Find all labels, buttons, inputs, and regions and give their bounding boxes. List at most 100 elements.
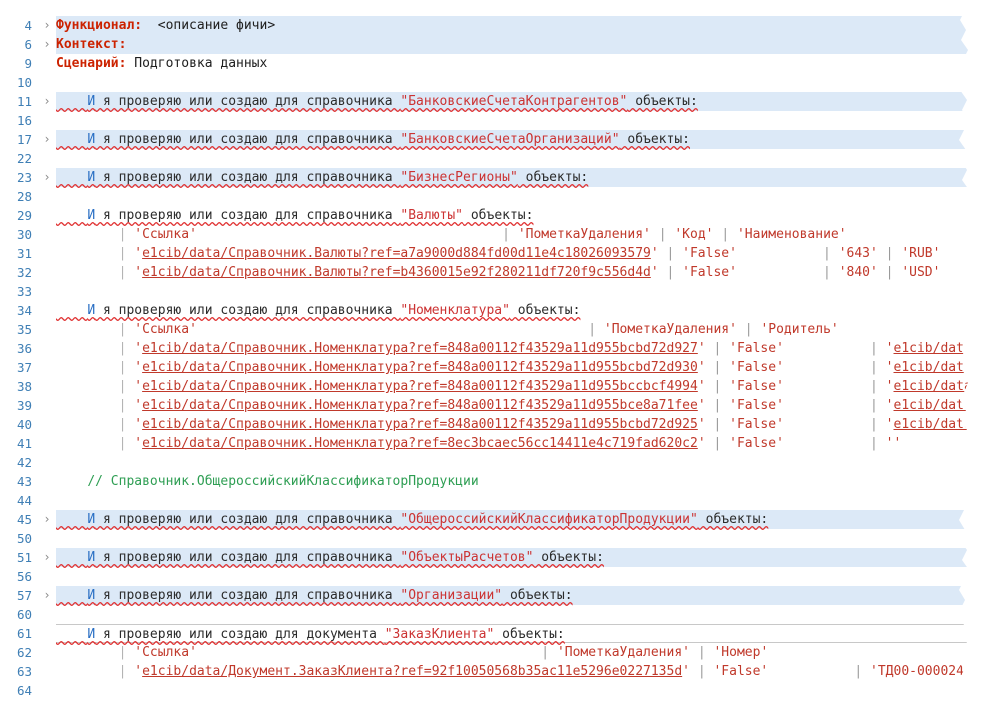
code-text[interactable]: | 'Ссылка' | 'ПометкаУдаления' | 'Родите…	[56, 320, 982, 339]
code-text[interactable]: | 'e1cib/data/Справочник.Валюты?ref=b436…	[56, 263, 982, 282]
code-line[interactable]: 56	[0, 567, 982, 586]
code-line[interactable]: 6 › Контекст:	[0, 35, 982, 54]
code-line[interactable]: 40 | 'e1cib/data/Справочник.Номенклатура…	[0, 415, 982, 434]
code-line[interactable]: 22	[0, 149, 982, 168]
code-line[interactable]: 16	[0, 111, 982, 130]
code-text[interactable]: И я проверяю или создаю для справочника …	[56, 301, 982, 320]
code-link[interactable]: e1cib/data	[894, 417, 972, 432]
code-link[interactable]: e1cib/data	[894, 379, 972, 394]
line-number: 28	[0, 187, 38, 206]
code-text[interactable]: | 'Ссылка' | 'ПометкаУдаления' | 'Номер'	[56, 643, 982, 662]
fold-expand-icon[interactable]: ›	[38, 510, 56, 529]
code-link[interactable]: e1cib/data/Справочник.Номенклатура?ref=8…	[142, 341, 698, 356]
code-line[interactable]: 45 › И я проверяю или создаю для справочн…	[0, 510, 982, 529]
code-link[interactable]: e1cib/data	[894, 398, 972, 413]
code-line[interactable]: 9 Сценарий: Подготовка данных	[0, 54, 982, 73]
code-text[interactable]	[56, 491, 982, 510]
code-link[interactable]: e1cib/data/Справочник.Валюты?ref=b436001…	[142, 265, 651, 280]
code-line[interactable]: 35 | 'Ссылка' | 'ПометкаУдаления' | 'Род…	[0, 320, 982, 339]
code-text[interactable]	[56, 149, 982, 168]
code-text[interactable]: И я проверяю или создаю для документа "З…	[56, 624, 982, 643]
code-line[interactable]: 62 | 'Ссылка' | 'ПометкаУдаления' | 'Ном…	[0, 643, 982, 662]
code-text[interactable]	[56, 453, 982, 472]
code-line[interactable]: 11 › И я проверяю или создаю для справочн…	[0, 92, 982, 111]
code-text[interactable]: | 'Ссылка' | 'ПометкаУдаления' | 'Код' |…	[56, 225, 982, 244]
code-text[interactable]	[56, 111, 982, 130]
fold-expand-icon[interactable]: ›	[38, 130, 56, 149]
code-text[interactable]	[56, 73, 982, 92]
code-text[interactable]: Контекст:	[56, 35, 982, 54]
code-text[interactable]: И я проверяю или создаю для справочника …	[56, 92, 982, 111]
code-text[interactable]: // Справочник.ОбщероссийскийКлассификато…	[56, 472, 982, 491]
code-line[interactable]: 30 | 'Ссылка' | 'ПометкаУдаления' | 'Код…	[0, 225, 982, 244]
code-link[interactable]: e1cib/data/Справочник.Номенклатура?ref=8…	[142, 360, 698, 375]
code-line[interactable]: 33	[0, 282, 982, 301]
code-line[interactable]: 17 › И я проверяю или создаю для справочн…	[0, 130, 982, 149]
code-text[interactable]	[56, 681, 982, 700]
code-line[interactable]: 41 | 'e1cib/data/Справочник.Номенклатура…	[0, 434, 982, 453]
code-line[interactable]: 29 И я проверяю или создаю для справочни…	[0, 206, 982, 225]
code-line[interactable]: 23 › И я проверяю или создаю для справочн…	[0, 168, 982, 187]
code-line[interactable]: 37 | 'e1cib/data/Справочник.Номенклатура…	[0, 358, 982, 377]
code-text[interactable]	[56, 605, 982, 624]
code-link[interactable]: e1cib/data	[894, 341, 972, 356]
code-token: я проверяю или создаю для справочника	[95, 512, 401, 527]
code-line[interactable]: 39 | 'e1cib/data/Справочник.Номенклатура…	[0, 396, 982, 415]
code-text[interactable]	[56, 282, 982, 301]
code-text[interactable]: | 'e1cib/data/Справочник.Номенклатура?re…	[56, 339, 982, 358]
code-line[interactable]: 36 | 'e1cib/data/Справочник.Номенклатура…	[0, 339, 982, 358]
code-text[interactable]	[56, 529, 982, 548]
code-line[interactable]: 51 › И я проверяю или создаю для справочн…	[0, 548, 982, 567]
code-text[interactable]: | 'e1cib/data/Справочник.Номенклатура?re…	[56, 377, 982, 396]
code-line[interactable]: 32 | 'e1cib/data/Справочник.Валюты?ref=b…	[0, 263, 982, 282]
code-text[interactable]: И я проверяю или создаю для справочника …	[56, 586, 982, 605]
code-text[interactable]: | 'e1cib/data/Справочник.Номенклатура?re…	[56, 415, 982, 434]
fold-expand-icon[interactable]: ›	[38, 16, 56, 35]
code-link[interactable]: e1cib/data/Справочник.Номенклатура?ref=8…	[142, 417, 698, 432]
code-line[interactable]: 31 | 'e1cib/data/Справочник.Валюты?ref=a…	[0, 244, 982, 263]
fold-expand-icon[interactable]: ›	[38, 92, 56, 111]
code-text[interactable]: Функционал: <описание фичи>	[56, 16, 982, 35]
fold-expand-icon[interactable]: ›	[38, 168, 56, 187]
code-line[interactable]: 10	[0, 73, 982, 92]
code-text[interactable]: | 'e1cib/data/Справочник.Номенклатура?re…	[56, 358, 982, 377]
fold-expand-icon[interactable]: ›	[38, 586, 56, 605]
code-line[interactable]: 61 И я проверяю или создаю для документа…	[0, 624, 982, 643]
code-text[interactable]: | 'e1cib/data/Документ.ЗаказКлиента?ref=…	[56, 662, 982, 681]
code-link[interactable]: e1cib/data	[894, 360, 972, 375]
code-link[interactable]: e1cib/data/Справочник.Валюты?ref=a7a9000…	[142, 246, 651, 261]
code-text[interactable]: И я проверяю или создаю для справочника …	[56, 168, 982, 187]
code-link[interactable]: e1cib/data/Документ.ЗаказКлиента?ref=92f…	[142, 664, 682, 679]
code-line[interactable]: 42	[0, 453, 982, 472]
code-line[interactable]: 60	[0, 605, 982, 624]
code-line[interactable]: 57 › И я проверяю или создаю для справочн…	[0, 586, 982, 605]
code-lines-container[interactable]: 4 › Функционал: <описание фичи> 6 › Контекст:…	[0, 16, 982, 710]
code-text[interactable]	[56, 187, 982, 206]
code-text[interactable]: Сценарий: Подготовка данных	[56, 54, 982, 73]
code-line[interactable]: 28	[0, 187, 982, 206]
code-text[interactable]: | 'e1cib/data/Справочник.Валюты?ref=a7a9…	[56, 244, 982, 263]
code-line[interactable]: 4 › Функционал: <описание фичи>	[0, 16, 982, 35]
code-text[interactable]: И я проверяю или создаю для справочника …	[56, 510, 982, 529]
code-text[interactable]: И я проверяю или создаю для справочника …	[56, 206, 982, 225]
code-line[interactable]: 43 // Справочник.ОбщероссийскийКлассифик…	[0, 472, 982, 491]
code-text[interactable]: | 'e1cib/data/Справочник.Номенклатура?re…	[56, 396, 982, 415]
code-text[interactable]: | 'e1cib/data/Справочник.Номенклатура?re…	[56, 434, 982, 453]
code-line[interactable]: 63 | 'e1cib/data/Документ.ЗаказКлиента?r…	[0, 662, 982, 681]
code-line[interactable]: 34 И я проверяю или создаю для справочни…	[0, 301, 982, 320]
code-text[interactable]	[56, 567, 982, 586]
code-line[interactable]: 50	[0, 529, 982, 548]
code-line[interactable]: 38 | 'e1cib/data/Справочник.Номенклатура…	[0, 377, 982, 396]
table-cell-value: '	[697, 417, 706, 432]
code-text[interactable]: И я проверяю или создаю для справочника …	[56, 130, 982, 149]
fold-expand-icon[interactable]: ›	[38, 548, 56, 567]
code-link[interactable]: e1cib/data/Справочник.Номенклатура?ref=8…	[142, 436, 698, 451]
code-line[interactable]: 44	[0, 491, 982, 510]
code-link[interactable]: e1cib/data/Справочник.Номенклатура?ref=8…	[142, 379, 698, 394]
code-line[interactable]: 64	[0, 681, 982, 700]
table-cell-value: '	[885, 398, 894, 413]
fold-expand-icon[interactable]: ›	[38, 35, 56, 54]
code-link[interactable]: e1cib/data/Справочник.Номенклатура?ref=8…	[142, 398, 698, 413]
code-text[interactable]: И я проверяю или создаю для справочника …	[56, 548, 982, 567]
